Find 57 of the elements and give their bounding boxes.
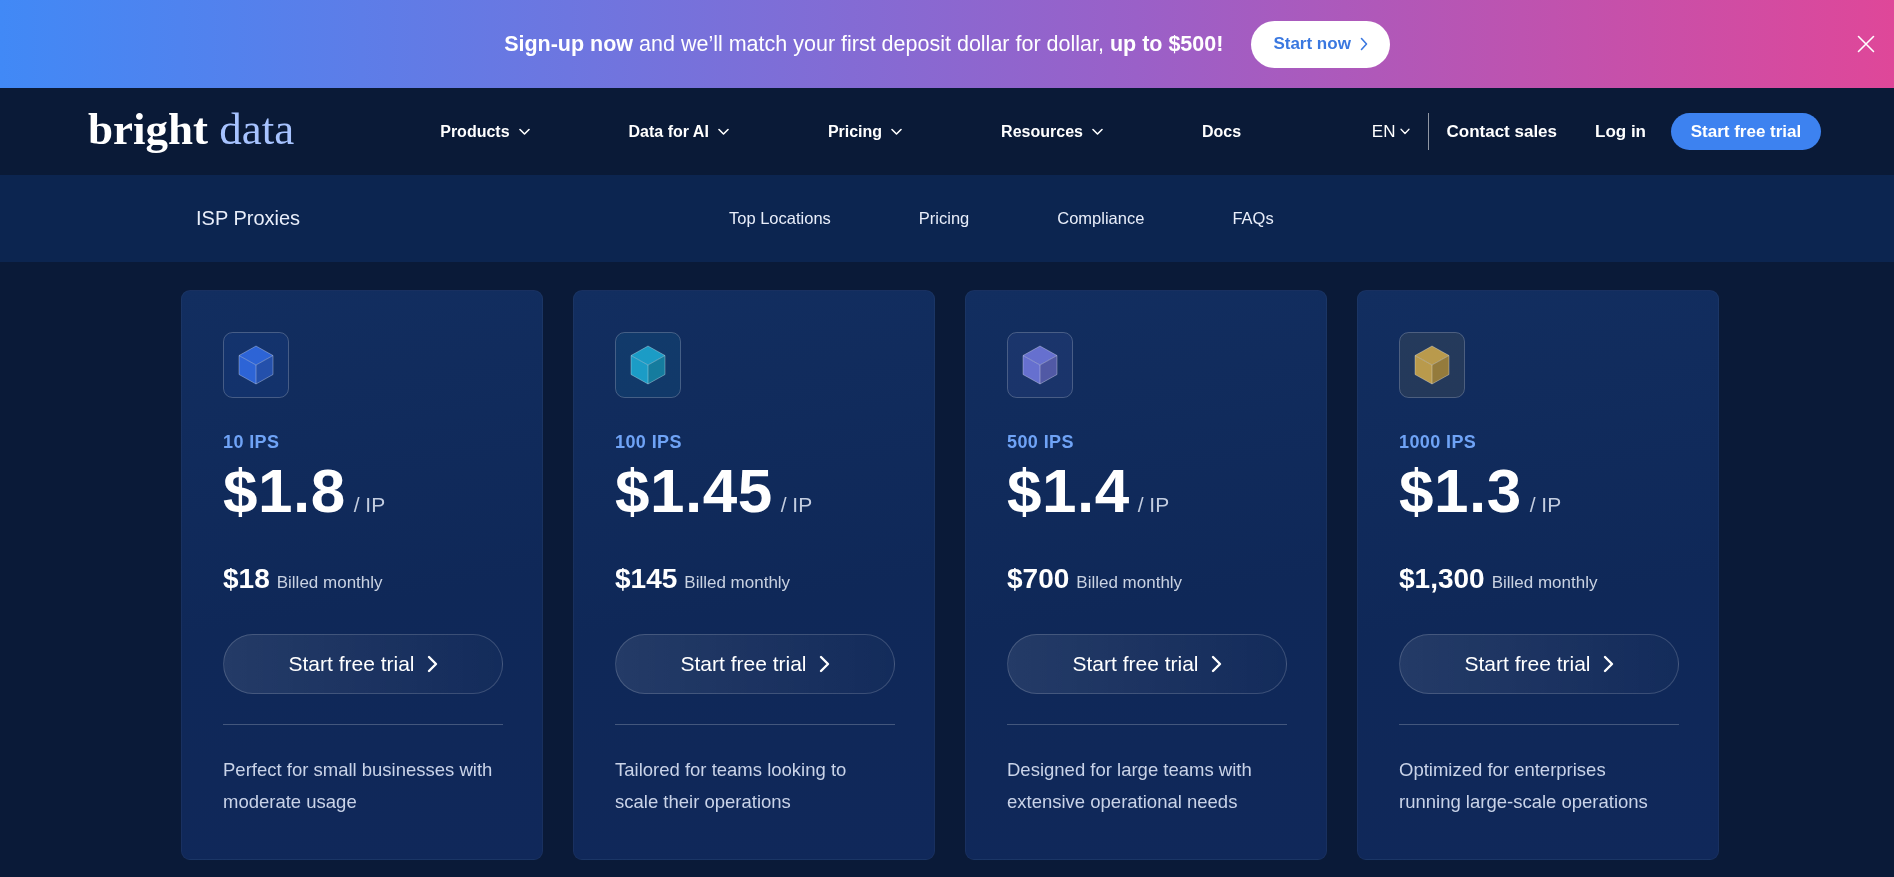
nav-menu-item[interactable]: Docs [1201, 122, 1242, 141]
billing-note: Billed monthly [684, 573, 791, 593]
plan-price: $1.3 [1399, 459, 1522, 523]
chevron-down-icon [1400, 128, 1411, 135]
chevron-right-icon [1359, 37, 1368, 51]
price-unit: / IP [780, 493, 813, 517]
plan-price: $1.45 [615, 459, 773, 523]
promo-text: Sign-up now and we’ll match your first deposit dollar for dollar, up to $500! [504, 31, 1224, 57]
start-free-trial-button[interactable]: Start free trial [1399, 634, 1679, 694]
cube-icon [615, 332, 681, 398]
language-selector[interactable]: EN [1371, 121, 1411, 142]
chevron-right-icon [818, 655, 830, 673]
section-link[interactable]: Compliance [1057, 209, 1145, 228]
login-link[interactable]: Log in [1595, 121, 1646, 142]
billing-note: Billed monthly [276, 573, 383, 593]
monthly-total: $18 [223, 563, 270, 595]
monthly-total: $1,300 [1399, 563, 1485, 595]
monthly-total: $145 [615, 563, 678, 595]
price-unit: / IP [1529, 493, 1562, 517]
start-now-button[interactable]: Start now [1251, 20, 1390, 68]
start-free-trial-button[interactable]: Start free trial [1671, 113, 1821, 150]
plan-description: Perfect for small businesses with moderate usage [223, 758, 494, 814]
monthly-total: $700 [1007, 563, 1070, 595]
tier-label: 100 IPS [615, 431, 682, 453]
cube-icon [223, 332, 289, 398]
brand-logo[interactable]: bright data [88, 107, 295, 152]
contact-sales-link[interactable]: Contact sales [1446, 121, 1557, 142]
close-icon [1857, 35, 1875, 53]
close-button[interactable] [1857, 35, 1875, 53]
billing-note: Billed monthly [1076, 573, 1183, 593]
chevron-right-icon [1210, 655, 1222, 673]
nav-menu-item[interactable]: Pricing [827, 122, 903, 141]
cube-icon [1007, 332, 1073, 398]
tier-label: 500 IPS [1007, 431, 1074, 453]
section-link[interactable]: FAQs [1232, 209, 1274, 228]
plan-description: Designed for large teams with extensive operational needs [1007, 758, 1253, 814]
plan-price: $1.8 [223, 459, 346, 523]
chevron-right-icon [1602, 655, 1614, 673]
section-title: ISP Proxies [196, 207, 301, 230]
start-free-trial-button[interactable]: Start free trial [615, 634, 895, 694]
tier-label: 10 IPS [223, 431, 280, 453]
cube-icon [1399, 332, 1465, 398]
nav-menu-item[interactable]: Resources [1001, 122, 1103, 141]
billing-note: Billed monthly [1491, 573, 1598, 593]
start-free-trial-button[interactable]: Start free trial [223, 634, 503, 694]
nav-menu-item[interactable]: Products [440, 122, 530, 141]
plan-description: Optimized for enterprises running large-scale operations [1399, 758, 1649, 814]
section-link[interactable]: Top Locations [729, 209, 831, 228]
price-unit: / IP [1137, 493, 1170, 517]
plan-price: $1.4 [1007, 459, 1130, 523]
plan-description: Tailored for teams looking to scale their operations [615, 758, 848, 814]
price-unit: / IP [353, 493, 386, 517]
chevron-right-icon [426, 655, 438, 673]
nav-menu-item[interactable]: Data for AI [628, 122, 729, 141]
section-link[interactable]: Pricing [918, 209, 970, 228]
tier-label: 1000 IPS [1399, 431, 1477, 453]
start-free-trial-button[interactable]: Start free trial [1007, 634, 1287, 694]
